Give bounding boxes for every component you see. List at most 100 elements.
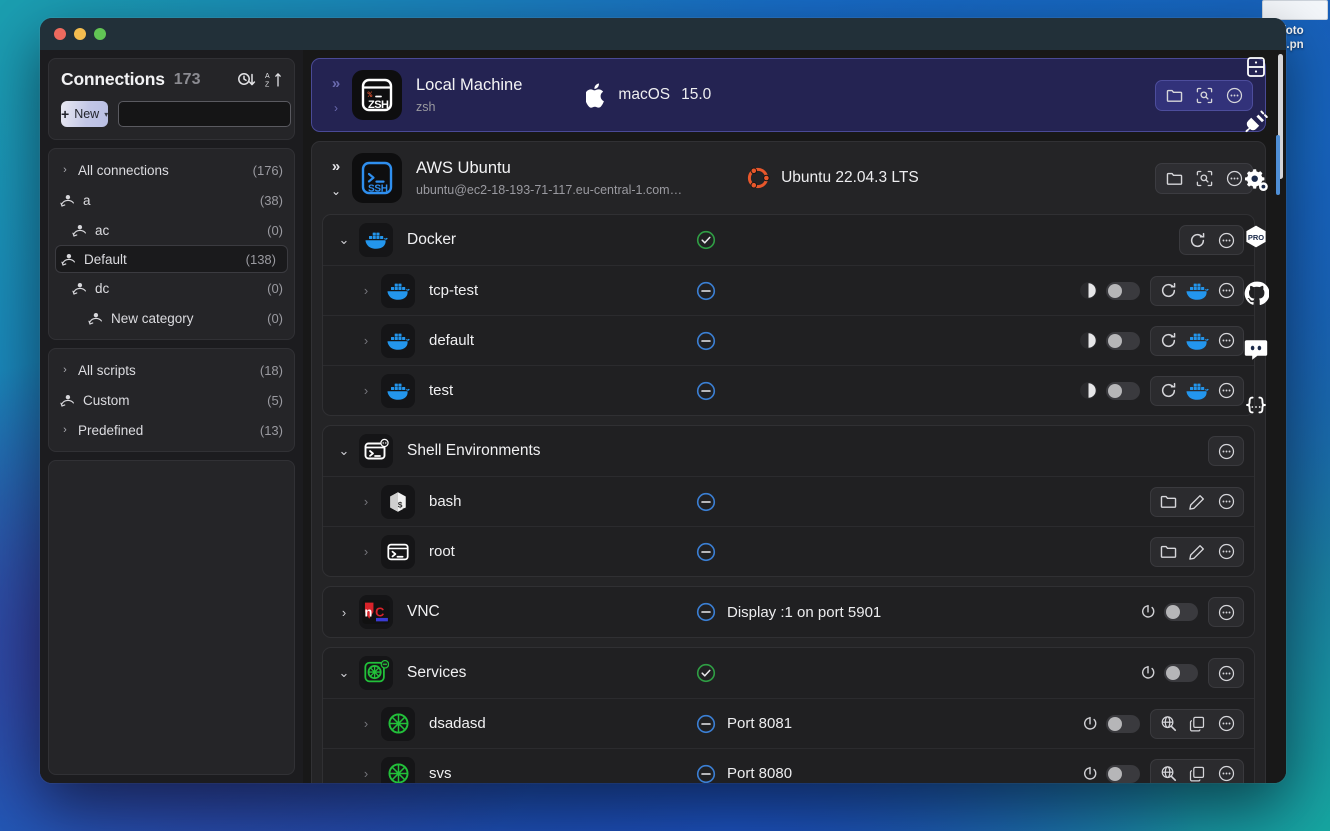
contrast-icon[interactable] [1079, 331, 1098, 350]
list-item[interactable]: › tcp-test [323, 265, 1254, 315]
github-icon[interactable] [1244, 281, 1269, 306]
list-item[interactable]: › svs Port 8080 [323, 748, 1254, 783]
sidebar-item-new-category[interactable]: New category (0) [49, 303, 294, 333]
chevron-down-icon[interactable]: ⌄ [329, 232, 359, 248]
docker-icon[interactable] [1183, 277, 1211, 304]
power-icon[interactable] [1140, 665, 1156, 681]
connection-card-aws-ubuntu[interactable]: » ⌄ SSH AWS Ubuntu ubuntu@ec2-18-193-71-… [311, 141, 1266, 783]
expand-all-chevron-icon[interactable]: » [332, 159, 340, 174]
rail-scrollbar[interactable] [1276, 135, 1280, 195]
contrast-switch[interactable] [1106, 381, 1140, 400]
discord-icon[interactable] [1243, 337, 1269, 363]
list-item[interactable]: › default [323, 315, 1254, 365]
power-switch[interactable] [1164, 664, 1198, 682]
group-header-shell-environments[interactable]: ⌄ Shell Environments [323, 426, 1254, 476]
chevron-right-icon[interactable]: › [329, 605, 359, 620]
chevron-right-icon[interactable]: › [351, 716, 381, 731]
sidebar-item-predefined[interactable]: › Predefined (13) [49, 415, 294, 445]
chevron-right-icon[interactable]: › [59, 424, 71, 436]
alpha-sort-icon[interactable]: A Z [265, 71, 282, 88]
group-header-vnc[interactable]: › n C VNC Display :1 on port 5901 [323, 587, 1254, 637]
power-icon[interactable] [1082, 766, 1098, 782]
sidebar-item-all-scripts[interactable]: › All scripts (18) [49, 355, 294, 385]
edit-icon[interactable] [1183, 488, 1211, 515]
clock-sort-icon[interactable] [237, 71, 256, 88]
more-icon[interactable] [1212, 760, 1240, 783]
list-item[interactable]: › $_ bash [323, 476, 1254, 526]
power-icon[interactable] [1140, 604, 1156, 620]
plug-icon[interactable] [1243, 110, 1269, 136]
group-header-services[interactable]: ⌄ Services [323, 648, 1254, 698]
contrast-toggle-group[interactable] [1079, 281, 1140, 300]
folder-icon[interactable] [1154, 538, 1182, 565]
power-toggle-group[interactable] [1140, 603, 1198, 621]
power-switch[interactable] [1106, 764, 1140, 783]
chevron-right-icon[interactable]: › [351, 383, 381, 398]
more-icon[interactable] [1212, 438, 1240, 465]
refresh-icon[interactable] [1154, 377, 1182, 404]
server-icon[interactable] [1244, 55, 1268, 79]
chevron-right-icon[interactable]: › [351, 766, 381, 781]
copy-icon[interactable] [1183, 710, 1211, 737]
more-icon[interactable] [1212, 227, 1240, 254]
docker-icon[interactable] [1183, 327, 1211, 354]
connection-card-local-machine[interactable]: » › % ZSH Local Machine zsh macOS 15.0 [311, 58, 1266, 132]
contrast-switch[interactable] [1106, 281, 1140, 300]
contrast-icon[interactable] [1079, 381, 1098, 400]
refresh-icon[interactable] [1154, 277, 1182, 304]
chevron-down-icon[interactable]: ⌄ [329, 443, 359, 459]
chevron-down-icon[interactable]: ⌄ [329, 665, 359, 681]
list-item[interactable]: › root [323, 526, 1254, 576]
contrast-toggle-group[interactable] [1079, 331, 1140, 350]
folder-icon[interactable] [1160, 165, 1188, 192]
list-item[interactable]: › test [323, 365, 1254, 415]
inspect-icon[interactable] [1190, 82, 1218, 109]
close-button[interactable] [54, 28, 66, 40]
docker-icon[interactable] [1183, 377, 1211, 404]
sidebar-item-dc[interactable]: dc (0) [49, 273, 294, 303]
power-switch[interactable] [1106, 714, 1140, 733]
group-header-docker[interactable]: ⌄ Docker [323, 215, 1254, 265]
globe-search-icon[interactable] [1154, 760, 1182, 783]
chevron-right-icon[interactable]: › [59, 164, 71, 176]
contrast-toggle-group[interactable] [1079, 381, 1140, 400]
folder-icon[interactable] [1160, 82, 1188, 109]
more-icon[interactable] [1212, 710, 1240, 737]
sidebar-item-ac[interactable]: ac (0) [49, 215, 294, 245]
chevron-right-icon[interactable]: › [351, 544, 381, 559]
gears-icon[interactable] [1243, 167, 1269, 193]
globe-search-icon[interactable] [1154, 710, 1182, 737]
power-icon[interactable] [1082, 716, 1098, 732]
collapse-chevron-icon[interactable]: ⌄ [331, 185, 341, 197]
more-icon[interactable] [1212, 327, 1240, 354]
power-switch[interactable] [1164, 603, 1198, 621]
pro-icon[interactable]: PRO [1243, 224, 1269, 250]
expand-all-chevron-icon[interactable]: » [332, 76, 340, 91]
search-input[interactable] [118, 101, 292, 127]
more-icon[interactable] [1212, 599, 1240, 626]
more-icon[interactable] [1212, 660, 1240, 687]
sidebar-item-custom[interactable]: Custom (5) [49, 385, 294, 415]
more-icon[interactable] [1212, 538, 1240, 565]
sidebar-item-all-connections[interactable]: › All connections (176) [49, 155, 294, 185]
list-item[interactable]: › dsadasd Port 8081 [323, 698, 1254, 748]
refresh-icon[interactable] [1154, 327, 1182, 354]
more-icon[interactable] [1212, 377, 1240, 404]
power-toggle-group[interactable] [1082, 764, 1140, 783]
folder-icon[interactable] [1154, 488, 1182, 515]
copy-icon[interactable] [1183, 760, 1211, 783]
contrast-switch[interactable] [1106, 331, 1140, 350]
power-toggle-group[interactable] [1140, 664, 1198, 682]
minimize-button[interactable] [74, 28, 86, 40]
chevron-right-icon[interactable]: › [351, 283, 381, 298]
expand-chevron-icon[interactable]: › [334, 102, 338, 114]
sidebar-item-default[interactable]: Default (138) [55, 245, 288, 273]
edit-icon[interactable] [1183, 538, 1211, 565]
refresh-icon[interactable] [1183, 227, 1211, 254]
new-connection-button[interactable]: + New ▾ [61, 101, 109, 127]
more-icon[interactable] [1212, 277, 1240, 304]
more-icon[interactable] [1212, 488, 1240, 515]
contrast-icon[interactable] [1079, 281, 1098, 300]
sidebar-item-a[interactable]: a (38) [49, 185, 294, 215]
chevron-right-icon[interactable]: › [351, 494, 381, 509]
